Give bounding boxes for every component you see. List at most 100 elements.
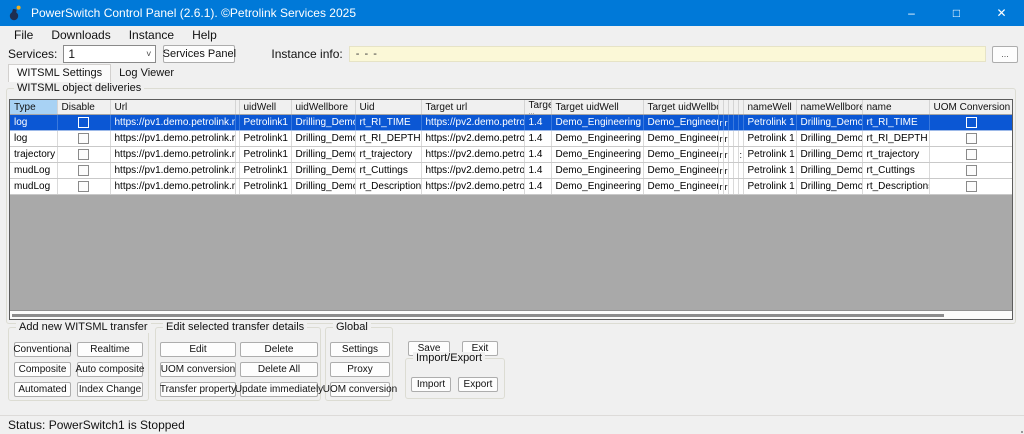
header-namewell[interactable]: nameWell	[743, 100, 796, 115]
header-namewellbore[interactable]: nameWellbore	[796, 100, 862, 115]
window-controls: – □ ✕	[889, 0, 1024, 26]
maximize-icon[interactable]: □	[934, 0, 979, 26]
automated-button[interactable]: Automated	[14, 382, 71, 397]
cell-namewell: Petrolink 1	[743, 131, 796, 147]
table-row[interactable]: log https://pv1.demo.petrolink.net... Pe…	[10, 115, 1013, 131]
panel-title: Import/Export	[413, 352, 485, 364]
transfer-property-button[interactable]: Transfer property	[160, 382, 236, 397]
window-title: PowerSwitch Control Panel (2.6.1). ©Petr…	[31, 6, 356, 20]
cell-namewellbore: Drilling_Demo1	[796, 163, 862, 179]
cell-target-uidwell: Demo_Engineering	[551, 115, 643, 131]
menu-item-downloads[interactable]: Downloads	[42, 27, 119, 43]
header-disable[interactable]: Disable	[57, 100, 110, 115]
witsml-deliveries-groupbox: WITSML object deliveries Type Disable Ur…	[6, 88, 1016, 324]
cell-uidwellbore: Drilling_Demo1	[291, 163, 355, 179]
app-window: PowerSwitch Control Panel (2.6.1). ©Petr…	[0, 0, 1024, 434]
delete-all-button[interactable]: Delete All	[240, 362, 318, 377]
auto-composite-button[interactable]: Auto composite	[77, 362, 143, 377]
cell-target-uidwell: Demo_Engineering	[551, 131, 643, 147]
cell-namewell: Petrolink 1	[743, 147, 796, 163]
instance-info-field[interactable]: - - -	[349, 46, 986, 62]
header-url[interactable]: Url	[110, 100, 235, 115]
cell-name: rt_trajectory	[862, 147, 929, 163]
update-immediately-button[interactable]: Update immediately	[240, 382, 318, 397]
cell-uid: rt_trajectory	[355, 147, 421, 163]
index-change-button[interactable]: Index Change	[77, 382, 143, 397]
table-row[interactable]: mudLog https://pv1.demo.petrolink.net...…	[10, 163, 1013, 179]
header-uidwellbore[interactable]: uidWellbore	[291, 100, 355, 115]
cell-target-uidwell: Demo_Engineering	[551, 163, 643, 179]
panel-title: Add new WITSML transfer	[16, 321, 151, 333]
header-uidwell[interactable]: uidWell	[239, 100, 291, 115]
uom-checkbox[interactable]	[966, 117, 977, 128]
header-target-uidwellbore[interactable]: Target uidWellbore	[643, 100, 718, 115]
disable-checkbox[interactable]	[78, 149, 89, 160]
uom-checkbox[interactable]	[966, 133, 977, 144]
header-row: Type Disable Url uidWell uidWellbore Uid…	[10, 100, 1013, 115]
cell-uom	[929, 147, 1013, 163]
disable-checkbox[interactable]	[78, 133, 89, 144]
header-uom-conversion[interactable]: UOM Conversion	[929, 100, 1013, 115]
horizontal-scrollbar[interactable]	[10, 310, 1012, 319]
menubar: File Downloads Instance Help	[0, 26, 1024, 44]
services-select[interactable]: 1 ˅	[63, 45, 156, 63]
header-type[interactable]: Type	[10, 100, 57, 115]
uom-checkbox[interactable]	[966, 181, 977, 192]
close-icon[interactable]: ✕	[979, 0, 1024, 26]
cell-target-uidwellbore: Demo_Engineering	[643, 163, 718, 179]
cell-namewell: Petrolink 1	[743, 115, 796, 131]
cell-type: trajectory	[10, 147, 57, 163]
disable-checkbox[interactable]	[78, 181, 89, 192]
cell-url: https://pv1.demo.petrolink.net...	[110, 179, 235, 195]
cell-disable	[57, 179, 110, 195]
uom-checkbox[interactable]	[966, 149, 977, 160]
disable-checkbox[interactable]	[78, 165, 89, 176]
header-uid[interactable]: Uid	[355, 100, 421, 115]
resize-grip-icon[interactable]	[1017, 427, 1019, 429]
import-button[interactable]: Import	[411, 377, 451, 392]
cell-target-uidwell: Demo_Engineering	[551, 179, 643, 195]
menu-item-instance[interactable]: Instance	[120, 27, 183, 43]
menu-item-file[interactable]: File	[5, 27, 42, 43]
table-row[interactable]: trajectory https://pv1.demo.petrolink.ne…	[10, 147, 1013, 163]
statusbar: Status: PowerSwitch1 is Stopped	[0, 415, 1024, 434]
cell-target-uidwell: Demo_Engineering	[551, 147, 643, 163]
grid-empty-area	[10, 195, 1012, 310]
uom-conversion-button[interactable]: UOM conversion	[160, 362, 236, 377]
conventional-button[interactable]: Conventional	[14, 342, 71, 357]
composite-button[interactable]: Composite	[14, 362, 71, 377]
header-target-uidwell[interactable]: Target uidWell	[551, 100, 643, 115]
services-panel-button[interactable]: Services Panel	[163, 45, 235, 63]
tab-witsml-settings[interactable]: WITSML Settings	[8, 64, 111, 82]
cell-uidwellbore: Drilling_Demo1	[291, 179, 355, 195]
scrollbar-thumb[interactable]	[12, 314, 944, 317]
cell-type: mudLog	[10, 163, 57, 179]
menu-item-help[interactable]: Help	[183, 27, 226, 43]
global-uom-conversion-button[interactable]: UOM conversion	[330, 382, 390, 397]
realtime-button[interactable]: Realtime	[77, 342, 143, 357]
header-target-url[interactable]: Target url	[421, 100, 524, 115]
cell-uom	[929, 131, 1013, 147]
titlebar: PowerSwitch Control Panel (2.6.1). ©Petr…	[0, 0, 1024, 26]
settings-button[interactable]: Settings	[330, 342, 390, 357]
minimize-icon[interactable]: –	[889, 0, 934, 26]
cell-target-url: https://pv2.demo.petrolink.net...	[421, 163, 524, 179]
cell-name: rt_Cuttings	[862, 163, 929, 179]
more-button[interactable]: ...	[992, 46, 1018, 63]
cell-url: https://pv1.demo.petrolink.net...	[110, 115, 235, 131]
delete-button[interactable]: Delete	[240, 342, 318, 357]
header-name[interactable]: name	[862, 100, 929, 115]
header-target-version[interactable]: Target...	[524, 100, 551, 115]
cell-uidwell: Petrolink1	[239, 131, 291, 147]
export-button[interactable]: Export	[458, 377, 498, 392]
table-row[interactable]: log https://pv1.demo.petrolink.net... Pe…	[10, 131, 1013, 147]
proxy-button[interactable]: Proxy	[330, 362, 390, 377]
disable-checkbox[interactable]	[78, 117, 89, 128]
table-row[interactable]: mudLog https://pv1.demo.petrolink.net...…	[10, 179, 1013, 195]
edit-button[interactable]: Edit	[160, 342, 236, 357]
panel-global: Global Settings Proxy UOM conversion	[325, 327, 393, 401]
services-label: Services:	[8, 47, 57, 61]
cell-uidwell: Petrolink1	[239, 179, 291, 195]
uom-checkbox[interactable]	[966, 165, 977, 176]
tab-log-viewer[interactable]: Log Viewer	[111, 66, 182, 81]
